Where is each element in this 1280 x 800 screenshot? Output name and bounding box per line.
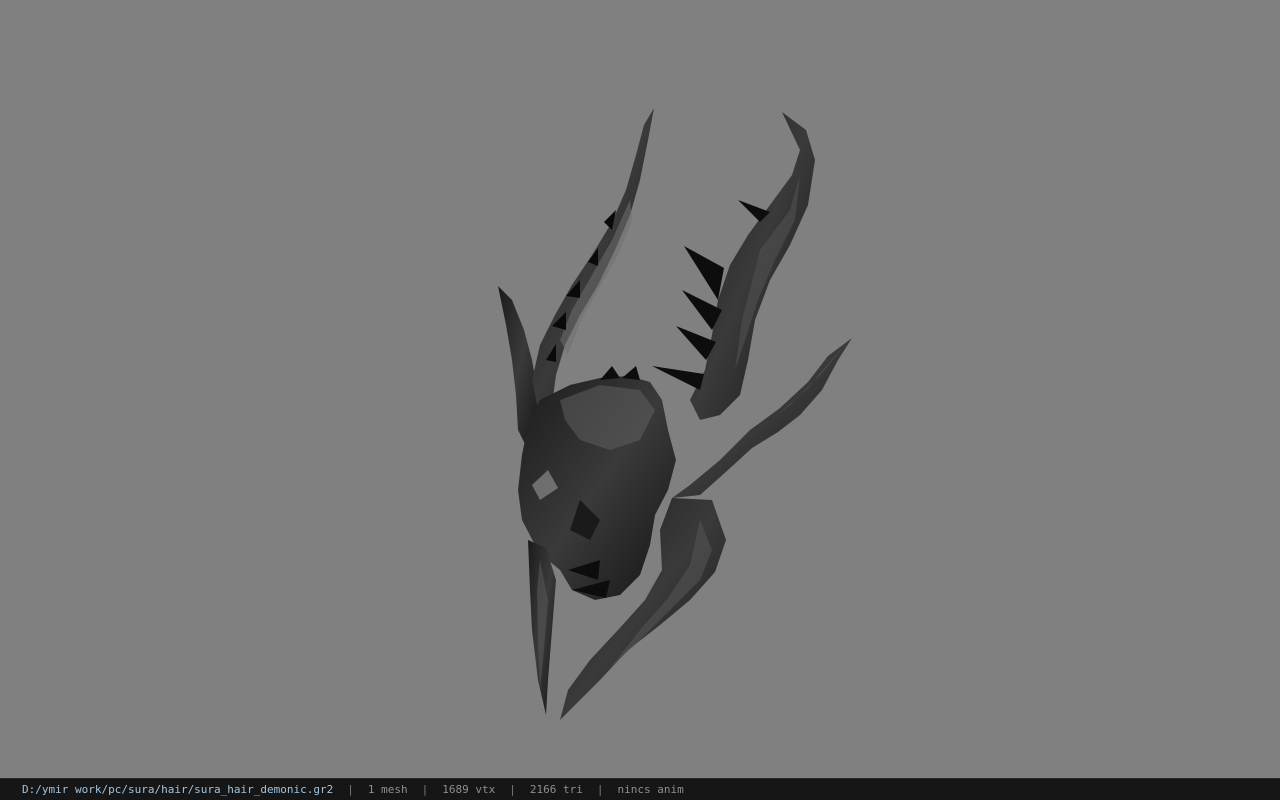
horn-spike: [684, 246, 724, 300]
mesh-count: 1 mesh: [367, 783, 408, 796]
animation-status: nincs anim: [617, 783, 684, 796]
demonic-hair-helmet-model: [498, 108, 852, 720]
separator: |: [421, 783, 429, 796]
triangle-count: 2166 tri: [529, 783, 583, 796]
separator: |: [347, 783, 354, 796]
vertex-count: 1689 vtx: [442, 783, 496, 796]
model-viewport[interactable]: [0, 0, 1280, 778]
file-path: D:/ymir work/pc/sura/hair/sura_hair_demo…: [22, 783, 334, 796]
status-bar: D:/ymir work/pc/sura/hair/sura_hair_demo…: [0, 778, 1280, 800]
separator: |: [596, 783, 604, 796]
horn-spike: [652, 366, 704, 390]
separator: |: [509, 783, 516, 796]
